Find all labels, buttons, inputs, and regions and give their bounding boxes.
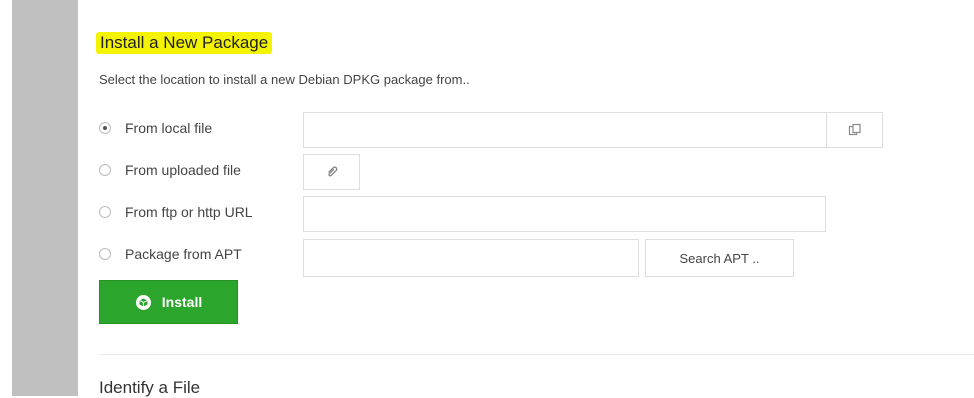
install-button[interactable]: Install xyxy=(99,280,238,324)
radio-apt[interactable] xyxy=(99,248,111,260)
radio-local-file[interactable] xyxy=(99,122,111,134)
local-file-input[interactable] xyxy=(303,112,827,148)
search-apt-button[interactable]: Search APT .. xyxy=(645,239,794,277)
paperclip-icon xyxy=(327,166,337,177)
option-label: From ftp or http URL xyxy=(125,204,253,220)
identify-file-title: Identify a File xyxy=(99,378,201,397)
option-local-file[interactable]: From local file xyxy=(99,110,212,146)
url-input[interactable] xyxy=(303,196,826,232)
option-apt[interactable]: Package from APT xyxy=(99,236,242,272)
radio-uploaded-file[interactable] xyxy=(99,164,111,176)
option-uploaded-file[interactable]: From uploaded file xyxy=(99,152,241,188)
file-chooser-button[interactable] xyxy=(826,112,883,148)
option-url[interactable]: From ftp or http URL xyxy=(99,194,253,230)
option-label: From uploaded file xyxy=(125,162,241,178)
radio-url[interactable] xyxy=(99,206,111,218)
main-content: Install a New Package Select the locatio… xyxy=(78,0,974,397)
install-button-label: Install xyxy=(161,294,203,310)
apt-package-input[interactable] xyxy=(303,239,639,277)
page-title: Install a New Package xyxy=(96,32,273,54)
section-divider xyxy=(99,354,974,355)
install-description: Select the location to install a new Deb… xyxy=(99,72,470,87)
package-icon xyxy=(135,294,152,311)
upload-file-button[interactable] xyxy=(303,154,360,190)
left-margin xyxy=(0,0,12,396)
side-panel xyxy=(12,0,78,396)
option-label: Package from APT xyxy=(125,246,242,262)
option-label: From local file xyxy=(125,120,213,136)
file-chooser-icon xyxy=(848,123,861,136)
